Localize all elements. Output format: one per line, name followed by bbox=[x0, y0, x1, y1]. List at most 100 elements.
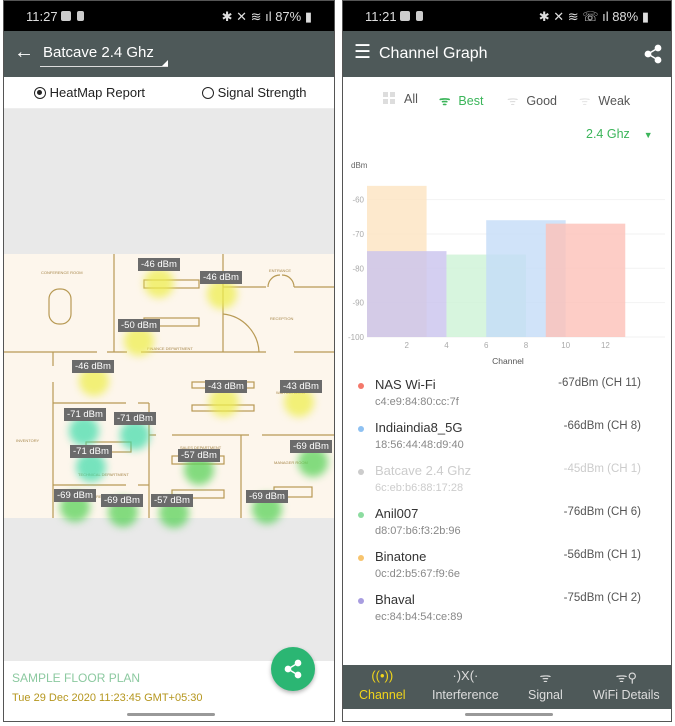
network-mac: c4:e9:84:80:cc:7f bbox=[375, 396, 459, 408]
nav-label: Signal bbox=[528, 688, 563, 702]
app-bar: ☰ Channel Graph bbox=[343, 31, 671, 77]
network-signal: -67dBm (CH 11) bbox=[558, 377, 641, 389]
status-bar: 11:27 ✱ ✕ ≋ ıl 87% ▮ bbox=[4, 1, 334, 31]
filter-best[interactable]: ᯤ Best bbox=[439, 92, 483, 109]
back-arrow-icon[interactable]: ← bbox=[14, 41, 34, 64]
nav-channel[interactable]: ((•)) Channel bbox=[359, 668, 406, 702]
wifi-icon: ᯤ bbox=[539, 670, 552, 685]
interference-icon: ·)X(· bbox=[452, 668, 479, 683]
filter-good[interactable]: ᯤ Good bbox=[507, 92, 557, 109]
signal-reading: -46 dBm bbox=[138, 258, 180, 271]
network-list-item[interactable]: Binatone 0c:d2:b5:67:f9:6e -56dBm (CH 1) bbox=[358, 549, 651, 589]
network-name: Indiaindia8_5G bbox=[375, 420, 463, 435]
wifi-low-icon: ᯤ bbox=[579, 94, 591, 108]
signal-reading: -46 dBm bbox=[200, 271, 242, 284]
series-color-dot bbox=[358, 512, 364, 518]
filter-label: Weak bbox=[598, 94, 631, 108]
filter-weak[interactable]: ᯤ Weak bbox=[579, 92, 630, 109]
x-tick-label: 10 bbox=[561, 341, 570, 350]
x-tick-label: 6 bbox=[484, 341, 489, 350]
status-time: 11:21 bbox=[365, 9, 397, 24]
signal-reading: -71 dBm bbox=[114, 412, 156, 425]
signal-reading: -43 dBm bbox=[280, 380, 322, 393]
room-label: INVENTORY bbox=[16, 438, 40, 443]
y-tick-label: -60 bbox=[352, 196, 364, 205]
network-signal: -76dBm (CH 6) bbox=[563, 506, 641, 518]
room-label: RECEPTION bbox=[270, 316, 294, 321]
network-list-item[interactable]: Indiaindia8_5G 18:56:44:48:d9:40 -66dBm … bbox=[358, 420, 651, 460]
network-list-item[interactable]: Anil007 d8:07:b6:f3:2b:96 -76dBm (CH 6) bbox=[358, 506, 651, 546]
network-signal: -45dBm (CH 1) bbox=[563, 463, 641, 475]
network-list-item[interactable]: Bhaval ec:84:b4:54:ce:89 -75dBm (CH 2) bbox=[358, 592, 651, 632]
nav-signal[interactable]: ᯤ Signal bbox=[528, 668, 563, 702]
series-color-dot bbox=[358, 598, 364, 604]
filter-label: Best bbox=[458, 94, 484, 108]
network-name: Batcave 2.4 Ghz bbox=[43, 44, 154, 61]
share-icon[interactable] bbox=[643, 44, 663, 64]
hamburger-menu-icon[interactable]: ☰ bbox=[354, 41, 371, 64]
x-axis-label: Channel bbox=[492, 356, 524, 366]
signal-reading: -71 dBm bbox=[70, 445, 112, 458]
floor-plan-title: SAMPLE FLOOR PLAN bbox=[12, 671, 141, 685]
signal-reading: -69 dBm bbox=[101, 494, 143, 507]
share-icon bbox=[284, 659, 302, 679]
channel-graph-screen: 11:21 ✱ ✕ ≋ ☏ ıl 88% ▮ ☰ Channel Graph A… bbox=[342, 0, 672, 722]
y-tick-label: -90 bbox=[352, 299, 364, 308]
signal-reading: -57 dBm bbox=[151, 494, 193, 507]
channel-bar-nas-wi-fi[interactable] bbox=[545, 223, 626, 337]
series-color-dot bbox=[358, 469, 364, 475]
network-list-item[interactable]: Batcave 2.4 Ghz 6c:eb:b6:88:17:28 -45dBm… bbox=[358, 463, 651, 503]
wifi-search-icon: ᯤ⚲ bbox=[615, 670, 638, 685]
network-mac: ec:84:b4:54:ce:89 bbox=[375, 611, 463, 623]
x-tick-label: 8 bbox=[524, 341, 529, 350]
share-fab-button[interactable] bbox=[271, 647, 315, 691]
network-mac: 18:56:44:48:d9:40 bbox=[375, 439, 464, 451]
nav-wifi-details[interactable]: ᯤ⚲ WiFi Details bbox=[593, 668, 660, 702]
x-tick-label: 2 bbox=[405, 341, 410, 350]
filter-all[interactable]: All bbox=[383, 92, 418, 106]
radio-heatmap-report[interactable]: HeatMap Report bbox=[34, 85, 145, 100]
radio-signal-strength[interactable]: Signal Strength bbox=[202, 85, 307, 100]
battery-level: 87% bbox=[275, 9, 302, 24]
series-color-dot bbox=[358, 426, 364, 432]
dropdown-triangle-icon bbox=[162, 60, 168, 66]
signal-reading: -71 dBm bbox=[64, 408, 106, 421]
heat-spot bbox=[144, 268, 174, 298]
gesture-handle[interactable] bbox=[127, 713, 215, 716]
grid-icon bbox=[383, 92, 395, 104]
channel-bar-bhaval[interactable] bbox=[367, 251, 447, 337]
status-time: 11:27 bbox=[26, 9, 58, 24]
notification-icon bbox=[61, 11, 71, 21]
band-dropdown[interactable]: 2.4 Ghz ▼ bbox=[586, 127, 653, 141]
x-tick-label: 12 bbox=[601, 341, 610, 350]
channel-broadcast-icon: ((•)) bbox=[371, 668, 394, 683]
floor-plan: CONFERENCE ROOM ENTRANCE RECEPTION FINAN… bbox=[4, 254, 334, 528]
wifi-mid-icon: ᯤ bbox=[507, 94, 519, 108]
y-tick-label: -70 bbox=[352, 230, 364, 239]
network-signal: -66dBm (CH 8) bbox=[563, 420, 641, 432]
nav-interference[interactable]: ·)X(· Interference bbox=[432, 668, 499, 702]
network-name: Binatone bbox=[375, 549, 427, 564]
notification-icon bbox=[416, 11, 423, 21]
filter-label: All bbox=[404, 92, 418, 106]
filter-tabs: All ᯤ Best ᯤ Good ᯤ Weak bbox=[343, 92, 671, 112]
signal-reading: -69 dBm bbox=[290, 440, 332, 453]
channel-chart: dBm Channel -60 -70 -80 -90 -100 2 4 6 8 10 12 bbox=[348, 161, 665, 366]
gesture-handle[interactable] bbox=[465, 713, 553, 716]
network-mac: 0c:d2:b5:67:f9:6e bbox=[375, 568, 461, 580]
network-dropdown[interactable]: Batcave 2.4 Ghz bbox=[40, 43, 168, 67]
network-name: Bhaval bbox=[375, 592, 415, 607]
series-color-dot bbox=[358, 555, 364, 561]
network-mac: d8:07:b6:f3:2b:96 bbox=[375, 525, 461, 537]
nav-label: Interference bbox=[432, 688, 499, 702]
notification-icon bbox=[400, 11, 410, 21]
series-color-dot bbox=[358, 383, 364, 389]
battery-level: 88% bbox=[612, 9, 639, 24]
signal-reading: -69 dBm bbox=[54, 489, 96, 502]
network-list-item[interactable]: NAS Wi-Fi c4:e9:84:80:cc:7f -67dBm (CH 1… bbox=[358, 377, 651, 417]
report-mode-radio-group: HeatMap Report Signal Strength bbox=[4, 77, 334, 109]
wifi-full-icon: ᯤ bbox=[439, 94, 451, 108]
x-tick-label: 4 bbox=[444, 341, 449, 350]
signal-reading: -69 dBm bbox=[246, 490, 288, 503]
network-name: Batcave 2.4 Ghz bbox=[375, 463, 472, 478]
